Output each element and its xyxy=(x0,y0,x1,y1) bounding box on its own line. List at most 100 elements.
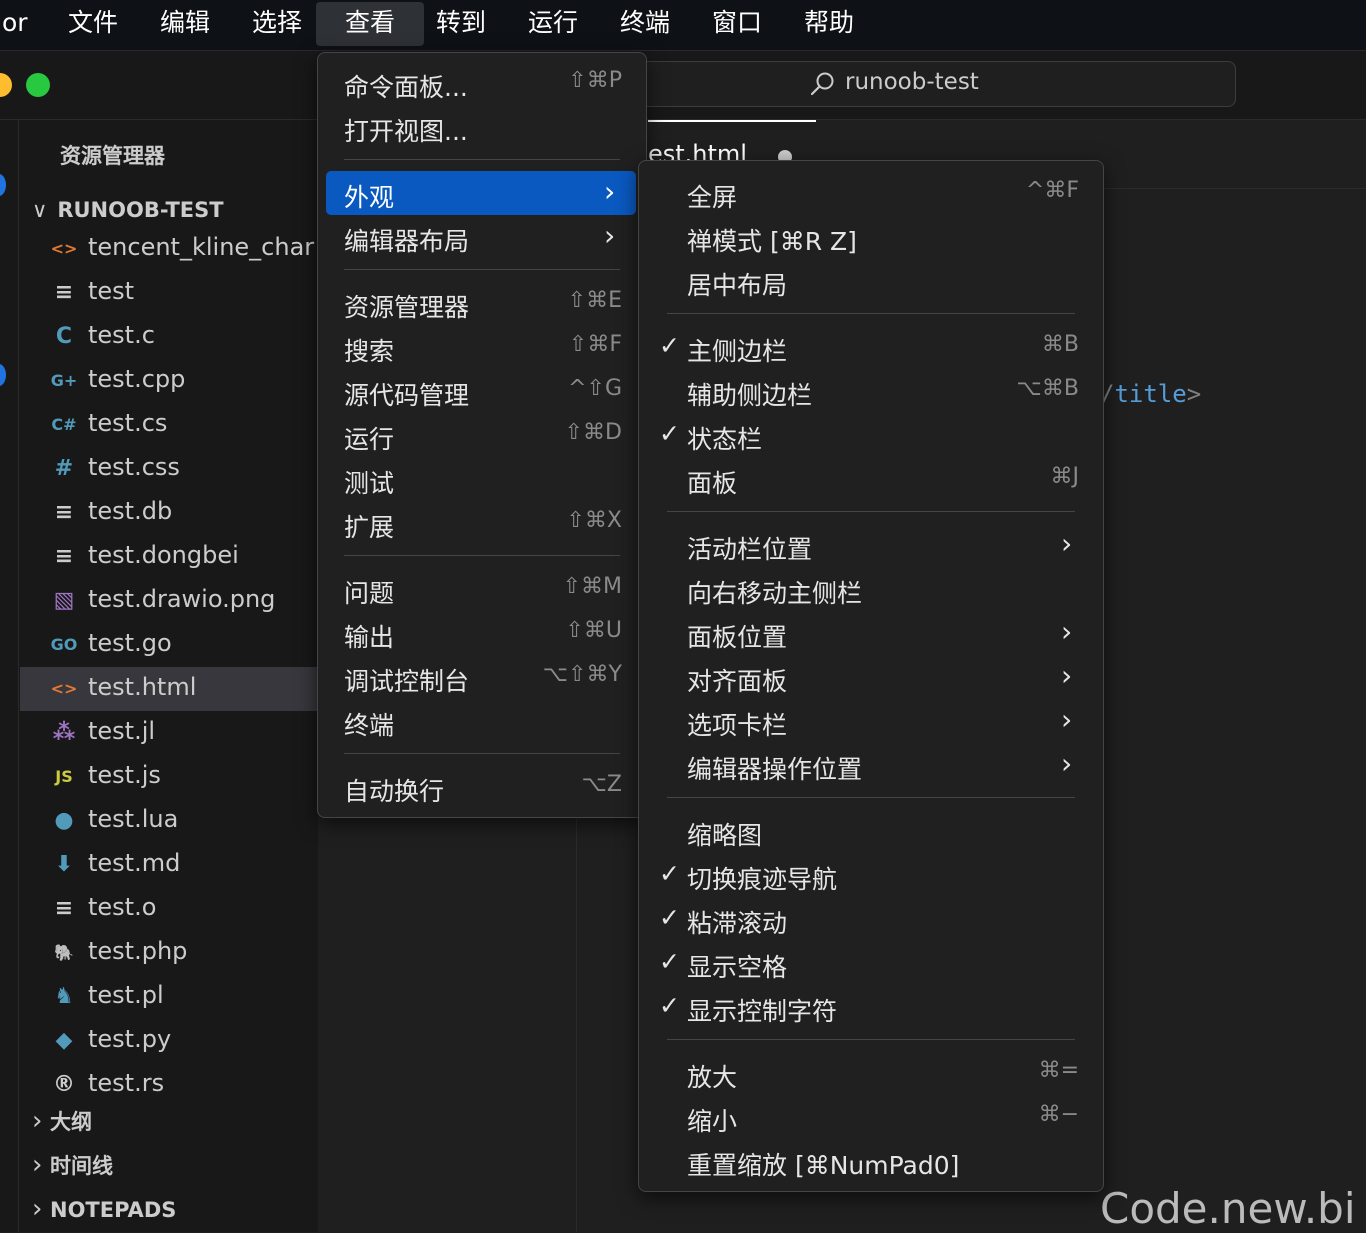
file-label: test.html xyxy=(88,673,197,701)
menu-item[interactable]: 选项卡栏 › xyxy=(647,699,1093,743)
menu-item[interactable]: ✓ 主侧边栏 ⌘B xyxy=(647,325,1093,369)
menu-item[interactable]: 运行 ⇧⌘D xyxy=(326,413,636,457)
menu-item[interactable]: 终端 xyxy=(326,699,636,743)
menu-item[interactable]: 重置缩放 [⌘NumPad0] xyxy=(647,1139,1093,1183)
code-line[interactable]: /title> xyxy=(1100,380,1201,408)
menu-item-label: 居中布局 xyxy=(687,271,788,300)
menu-item-label: 切换痕迹导航 xyxy=(687,865,838,894)
menu-3[interactable]: 选择 xyxy=(240,0,314,46)
file-item[interactable]: ● test.lua xyxy=(20,799,318,843)
menu-separator xyxy=(667,313,1075,314)
menu-6[interactable]: 运行 xyxy=(516,0,590,46)
sidebar-section[interactable]: › 时间线 xyxy=(32,1150,113,1180)
window-zoom-button[interactable] xyxy=(26,73,50,97)
menu-item[interactable]: 输出 ⇧⌘U xyxy=(326,611,636,655)
file-item[interactable]: 🐘 test.php xyxy=(20,931,318,975)
menu-item[interactable]: ✓ 显示空格 xyxy=(647,941,1093,985)
menu-item[interactable]: 外观 › xyxy=(326,171,636,215)
menu-item-label: 输出 xyxy=(344,623,395,652)
menu-item-shortcut: ⇧⌘E xyxy=(567,288,622,313)
menu-item[interactable]: ✓ 显示控制字符 xyxy=(647,985,1093,1029)
menu-item[interactable]: 资源管理器 ⇧⌘E xyxy=(326,281,636,325)
menu-item[interactable]: 放大 ⌘= xyxy=(647,1051,1093,1095)
menu-1[interactable]: 文件 xyxy=(56,0,130,46)
command-center-search[interactable]: runoob-test xyxy=(600,61,1236,107)
menu-item[interactable]: 命令面板... ⇧⌘P xyxy=(326,61,636,105)
menu-2[interactable]: 编辑 xyxy=(148,0,222,46)
file-label: test.md xyxy=(88,849,181,877)
menu-item[interactable]: 禅模式 [⌘R Z] xyxy=(647,215,1093,259)
root-folder[interactable]: ∨ RUNOOB-TEST xyxy=(32,198,224,222)
menu-item[interactable]: 活动栏位置 › xyxy=(647,523,1093,567)
menu-item[interactable]: ✓ 状态栏 xyxy=(647,413,1093,457)
menu-item[interactable]: 源代码管理 ^⇧G xyxy=(326,369,636,413)
menu-item-label: 选项卡栏 xyxy=(687,711,788,740)
file-item[interactable]: ▧ test.drawio.png xyxy=(20,579,318,623)
menu-separator xyxy=(344,555,620,556)
file-item[interactable]: ≡ test.dongbei xyxy=(20,535,318,579)
menu-item[interactable]: 缩小 ⌘− xyxy=(647,1095,1093,1139)
file-item[interactable]: ⁂ test.jl xyxy=(20,711,318,755)
menu-item-shortcut: ⇧⌘F xyxy=(568,332,622,357)
file-item[interactable]: Ctest.c xyxy=(20,315,318,359)
file-item[interactable]: ≡ test.db xyxy=(20,491,318,535)
file-item[interactable]: ® test.rs xyxy=(20,1063,318,1107)
file-type-icon: ≡ xyxy=(54,280,74,305)
menu-4[interactable]: 查看 xyxy=(316,2,424,46)
menu-9[interactable]: 帮助 xyxy=(792,0,866,46)
menu-item-shortcut: ⇧⌘X xyxy=(566,508,622,533)
menu-item-label: 向右移动主侧栏 xyxy=(687,579,863,608)
menu-item[interactable]: 面板 ⌘J xyxy=(647,457,1093,501)
file-item[interactable]: <> tencent_kline_char xyxy=(20,227,318,271)
file-item[interactable]: ♞ test.pl xyxy=(20,975,318,1019)
menu-item[interactable]: 面板位置 › xyxy=(647,611,1093,655)
file-item[interactable]: G+ test.cpp xyxy=(20,359,318,403)
menu-item[interactable]: ✓ 粘滞滚动 xyxy=(647,897,1093,941)
menu-item[interactable]: 对齐面板 › xyxy=(647,655,1093,699)
file-item[interactable]: GO test.go xyxy=(20,623,318,667)
menu-item-label: 自动换行 xyxy=(344,777,445,806)
menu-item[interactable]: 居中布局 xyxy=(647,259,1093,303)
menu-item[interactable]: 编辑器布局 › xyxy=(326,215,636,259)
file-type-icon: ≡ xyxy=(54,896,74,921)
menu-7[interactable]: 终端 xyxy=(608,0,682,46)
menu-item[interactable]: 缩略图 xyxy=(647,809,1093,853)
menu-item[interactable]: ✓ 切换痕迹导航 xyxy=(647,853,1093,897)
menu-separator xyxy=(667,511,1075,512)
file-item[interactable]: <> test.html xyxy=(20,667,318,711)
menu-item[interactable]: 辅助侧边栏 ⌥⌘B xyxy=(647,369,1093,413)
menu-item-label: 显示控制字符 xyxy=(687,997,838,1026)
menu-item-label: 显示空格 xyxy=(687,953,788,982)
file-item[interactable]: ≡ test xyxy=(20,271,318,315)
file-item[interactable]: # test.css xyxy=(20,447,318,491)
menu-item-label: 状态栏 xyxy=(687,425,763,454)
file-item[interactable]: C# test.cs xyxy=(20,403,318,447)
menu-item[interactable]: 扩展 ⇧⌘X xyxy=(326,501,636,545)
file-type-icon: C# xyxy=(51,415,77,434)
menu-item-shortcut: ⌘= xyxy=(1038,1058,1079,1083)
chevron-right-icon: › xyxy=(604,219,616,252)
menu-app-name[interactable]: or xyxy=(0,0,40,46)
menu-item[interactable]: 向右移动主侧栏 xyxy=(647,567,1093,611)
editor-divider xyxy=(576,810,577,1232)
menu-item[interactable]: 测试 xyxy=(326,457,636,501)
file-item[interactable]: ⬇ test.md xyxy=(20,843,318,887)
file-item[interactable]: ◆ test.py xyxy=(20,1019,318,1063)
menu-item[interactable]: 编辑器操作位置 › xyxy=(647,743,1093,787)
sidebar-section[interactable]: › 大纲 xyxy=(32,1106,92,1136)
file-item[interactable]: JS test.js xyxy=(20,755,318,799)
sidebar-section[interactable]: › NOTEPADS xyxy=(32,1194,176,1224)
menu-item[interactable]: 调试控制台 ⌥⇧⌘Y xyxy=(326,655,636,699)
file-item[interactable]: ≡ test.o xyxy=(20,887,318,931)
menu-5[interactable]: 转到 xyxy=(424,0,498,46)
menu-item[interactable]: 打开视图... xyxy=(326,105,636,149)
menu-8[interactable]: 窗口 xyxy=(700,0,774,46)
menu-separator xyxy=(667,1039,1075,1040)
checkmark-icon: ✓ xyxy=(659,991,680,1020)
menu-item[interactable]: 搜索 ⇧⌘F xyxy=(326,325,636,369)
chevron-right-icon: › xyxy=(1061,703,1073,736)
menu-item[interactable]: 全屏 ^⌘F xyxy=(647,171,1093,215)
menu-item[interactable]: 自动换行 ⌥Z xyxy=(326,765,636,809)
menu-item-shortcut: ⌘J xyxy=(1050,464,1080,489)
menu-item[interactable]: 问题 ⇧⌘M xyxy=(326,567,636,611)
